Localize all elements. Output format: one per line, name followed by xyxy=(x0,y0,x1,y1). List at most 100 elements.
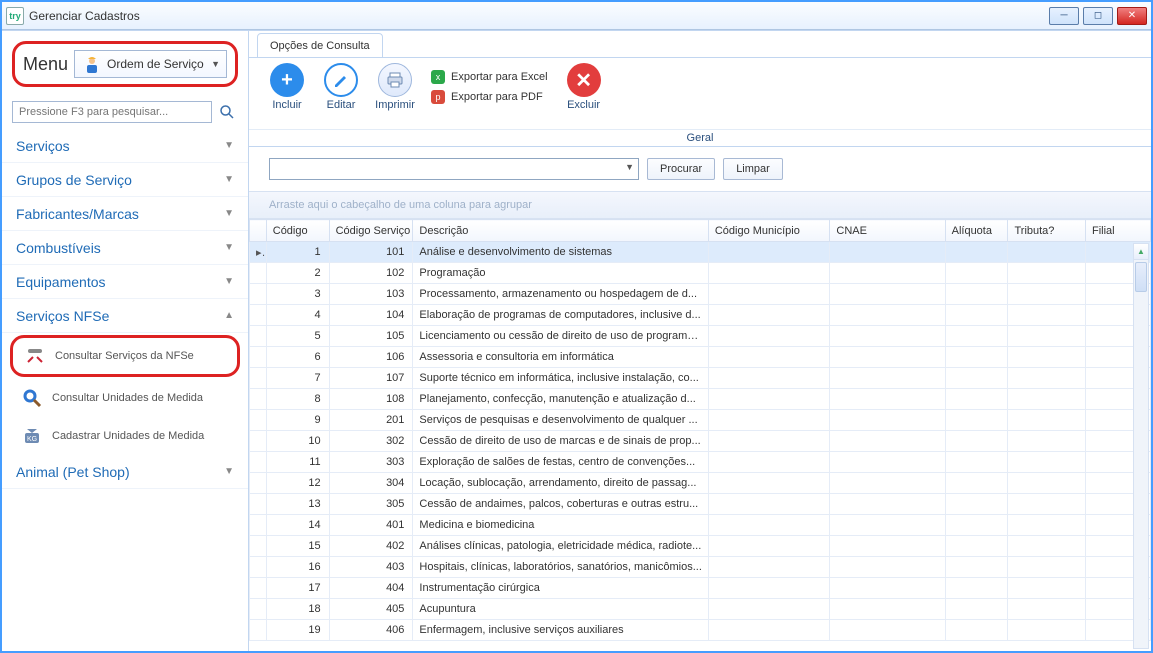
column-header[interactable]: Código Município xyxy=(708,220,830,242)
procurar-button[interactable]: Procurar xyxy=(647,158,715,180)
export-pdf-button[interactable]: p Exportar para PDF xyxy=(431,90,548,104)
table-row[interactable]: 12304Locação, sublocação, arrendamento, … xyxy=(250,473,1151,494)
cell-codigo-servico: 106 xyxy=(329,347,413,368)
cell-empty xyxy=(830,452,945,473)
subnav-item-2[interactable]: KGCadastrar Unidades de Medida xyxy=(2,417,248,455)
scroll-up-icon[interactable]: ▲ xyxy=(1134,244,1148,260)
close-button[interactable]: ✕ xyxy=(1117,7,1147,25)
nav-item-6[interactable]: Animal (Pet Shop)▼ xyxy=(2,455,248,489)
table-row[interactable]: 6106Assessoria e consultoria em informát… xyxy=(250,347,1151,368)
minimize-button[interactable]: ─ xyxy=(1049,7,1079,25)
printer-icon xyxy=(378,63,412,97)
row-indicator xyxy=(250,473,267,494)
cell-empty xyxy=(1008,515,1086,536)
app-icon: try xyxy=(6,7,24,25)
cell-codigo: 4 xyxy=(266,305,329,326)
cell-codigo-servico: 104 xyxy=(329,305,413,326)
table-row[interactable]: 5105Licenciamento ou cessão de direito d… xyxy=(250,326,1151,347)
chevron-down-icon: ▼ xyxy=(625,162,634,172)
editar-label: Editar xyxy=(327,99,356,111)
table-row[interactable]: 11303Exploração de salões de festas, cen… xyxy=(250,452,1151,473)
cell-empty xyxy=(830,389,945,410)
chevron-up-icon: ▲ xyxy=(224,310,234,321)
nav-item-1[interactable]: Grupos de Serviço▼ xyxy=(2,163,248,197)
table-row[interactable]: 14401Medicina e biomedicina xyxy=(250,515,1151,536)
export-excel-button[interactable]: x Exportar para Excel xyxy=(431,70,548,84)
nav-label: Fabricantes/Marcas xyxy=(16,206,139,222)
cell-codigo-servico: 107 xyxy=(329,368,413,389)
column-header[interactable]: Filial xyxy=(1085,220,1150,242)
menu-combo[interactable]: Ordem de Serviço ▼ xyxy=(74,50,227,78)
tab-opcoes-consulta[interactable]: Opções de Consulta xyxy=(257,33,383,57)
data-grid[interactable]: CódigoCódigo ServiçoDescriçãoCódigo Muni… xyxy=(249,219,1151,641)
nav-item-5[interactable]: Serviços NFSe▲ xyxy=(2,299,248,333)
incluir-button[interactable]: + Incluir xyxy=(261,63,313,111)
table-row[interactable]: 15402Análises clínicas, patologia, eletr… xyxy=(250,536,1151,557)
table-row[interactable]: ▸1101Análise e desenvolvimento de sistem… xyxy=(250,242,1151,263)
imprimir-label: Imprimir xyxy=(375,99,415,111)
table-row[interactable]: 4104Elaboração de programas de computado… xyxy=(250,305,1151,326)
cell-descricao: Medicina e biomedicina xyxy=(413,515,708,536)
cell-empty xyxy=(708,347,830,368)
table-row[interactable]: 2102Programação xyxy=(250,263,1151,284)
nav-item-3[interactable]: Combustíveis▼ xyxy=(2,231,248,265)
cell-empty xyxy=(708,242,830,263)
cell-empty xyxy=(945,410,1008,431)
nav-item-2[interactable]: Fabricantes/Marcas▼ xyxy=(2,197,248,231)
cell-empty xyxy=(945,557,1008,578)
cell-descricao: Análise e desenvolvimento de sistemas xyxy=(413,242,708,263)
column-header[interactable]: CNAE xyxy=(830,220,945,242)
cell-empty xyxy=(830,473,945,494)
pencil-icon xyxy=(324,63,358,97)
table-row[interactable]: 16403Hospitais, clínicas, laboratórios, … xyxy=(250,557,1151,578)
vertical-scrollbar[interactable]: ▲ xyxy=(1133,243,1149,649)
chevron-down-icon: ▼ xyxy=(224,276,234,287)
table-row[interactable]: 10302Cessão de direito de uso de marcas … xyxy=(250,431,1151,452)
table-row[interactable]: 18405Acupuntura xyxy=(250,599,1151,620)
cell-empty xyxy=(830,368,945,389)
editar-button[interactable]: Editar xyxy=(315,63,367,111)
filter-combo[interactable]: ▼ xyxy=(269,158,639,180)
search-input[interactable] xyxy=(12,101,212,123)
cell-empty xyxy=(1008,494,1086,515)
row-indicator xyxy=(250,515,267,536)
cell-empty xyxy=(945,578,1008,599)
table-row[interactable]: 9201Serviços de pesquisas e desenvolvime… xyxy=(250,410,1151,431)
row-indicator xyxy=(250,284,267,305)
excluir-button[interactable]: ✕ Excluir xyxy=(558,63,610,111)
cell-empty xyxy=(1008,305,1086,326)
table-row[interactable]: 7107Suporte técnico em informática, incl… xyxy=(250,368,1151,389)
nav-item-0[interactable]: Serviços▼ xyxy=(2,129,248,163)
column-header[interactable]: Descrição xyxy=(413,220,708,242)
subnav-item-1[interactable]: Consultar Unidades de Medida xyxy=(2,379,248,417)
group-by-hint[interactable]: Arraste aqui o cabeçalho de uma coluna p… xyxy=(249,191,1151,219)
table-row[interactable]: 3103Processamento, armazenamento ou hosp… xyxy=(250,284,1151,305)
cell-codigo: 12 xyxy=(266,473,329,494)
table-row[interactable]: 17404Instrumentação cirúrgica xyxy=(250,578,1151,599)
cell-codigo-servico: 105 xyxy=(329,326,413,347)
cell-empty xyxy=(708,284,830,305)
sidebar: Menu Ordem de Serviço ▼ Serviços▼Grupos … xyxy=(2,31,249,651)
column-header[interactable]: Tributa? xyxy=(1008,220,1086,242)
column-header[interactable]: Código xyxy=(266,220,329,242)
search-icon[interactable] xyxy=(216,101,238,123)
imprimir-button[interactable]: Imprimir xyxy=(369,63,421,111)
cell-empty xyxy=(945,305,1008,326)
limpar-button[interactable]: Limpar xyxy=(723,158,783,180)
table-row[interactable]: 19406Enfermagem, inclusive serviços auxi… xyxy=(250,620,1151,641)
excluir-label: Excluir xyxy=(567,99,600,111)
table-row[interactable]: 13305Cessão de andaimes, palcos, cobertu… xyxy=(250,494,1151,515)
worker-icon xyxy=(81,53,103,75)
maximize-button[interactable]: ◻ xyxy=(1083,7,1113,25)
cell-descricao: Programação xyxy=(413,263,708,284)
cell-empty xyxy=(1008,389,1086,410)
column-header[interactable]: Alíquota xyxy=(945,220,1008,242)
table-row[interactable]: 8108Planejamento, confecção, manutenção … xyxy=(250,389,1151,410)
scroll-thumb[interactable] xyxy=(1135,262,1147,292)
subnav-item-0[interactable]: Consultar Serviços da NFSe xyxy=(10,335,240,377)
titlebar: try Gerenciar Cadastros ─ ◻ ✕ xyxy=(2,2,1151,30)
column-header[interactable]: Código Serviço xyxy=(329,220,413,242)
nav-item-4[interactable]: Equipamentos▼ xyxy=(2,265,248,299)
cell-empty xyxy=(708,326,830,347)
cell-descricao: Enfermagem, inclusive serviços auxiliare… xyxy=(413,620,708,641)
